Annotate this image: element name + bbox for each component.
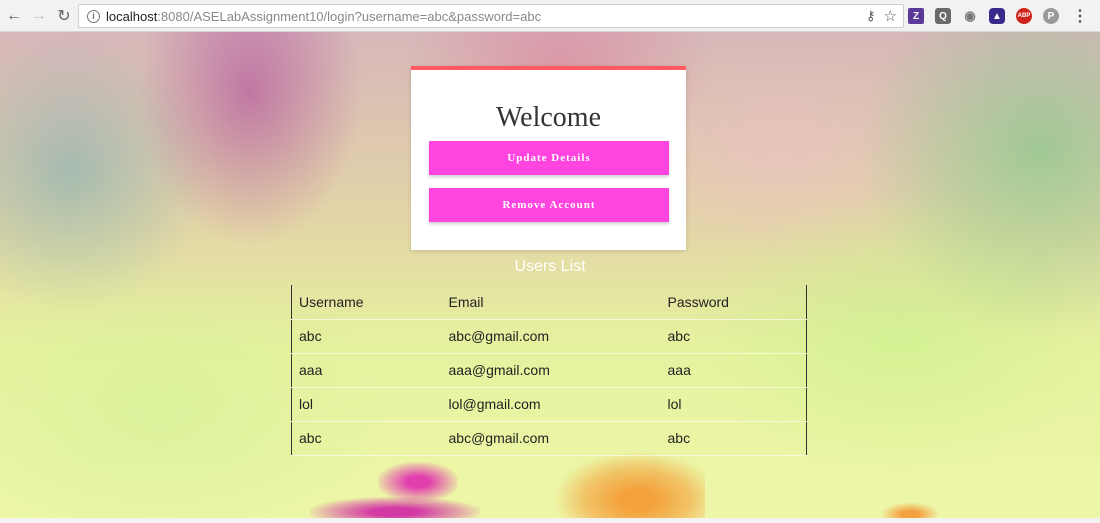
cell-username: aaa: [291, 353, 442, 388]
users-table: Username Email Password abc abc@gmail.co…: [291, 285, 807, 456]
background-flower: [310, 497, 480, 518]
browser-toolbar: ← → ↻ i localhost:8080/ASELabAssignment1…: [0, 0, 1100, 32]
cell-password: abc: [660, 421, 807, 456]
cell-username: lol: [291, 387, 442, 422]
users-list-title: Users List: [514, 258, 586, 275]
welcome-card: Welcome Update Details Remove Account: [411, 66, 686, 250]
key-icon[interactable]: ⚷: [866, 8, 876, 24]
menu-icon[interactable]: ⋮: [1072, 6, 1088, 26]
adblock-icon[interactable]: ABP: [1016, 8, 1032, 24]
update-details-button[interactable]: Update Details: [429, 141, 669, 175]
cell-email: abc@gmail.com: [441, 319, 661, 354]
cell-email: aaa@gmail.com: [441, 353, 661, 388]
address-bar[interactable]: i localhost:8080/ASELabAssignment10/logi…: [78, 4, 904, 28]
bookmark-star-icon[interactable]: ☆: [884, 7, 897, 25]
cell-email: lol@gmail.com: [441, 387, 661, 422]
welcome-title: Welcome: [495, 102, 602, 133]
page-background: Welcome Update Details Remove Account Us…: [0, 32, 1100, 518]
table-row: abc abc@gmail.com abc: [291, 319, 807, 354]
p-icon[interactable]: P: [1043, 8, 1059, 24]
extensions-area: Z Q ◉ ▲ ABP P ⋮: [908, 6, 1088, 26]
forward-icon[interactable]: →: [28, 5, 50, 27]
background-flower: [378, 462, 458, 502]
info-icon[interactable]: i: [87, 9, 100, 23]
header-username: Username: [291, 285, 442, 320]
back-icon[interactable]: ←: [3, 5, 25, 27]
table-header-row: Username Email Password: [291, 285, 807, 320]
table-row: abc abc@gmail.com abc: [291, 421, 807, 456]
cell-email: abc@gmail.com: [441, 421, 661, 456]
background-flower: [880, 502, 940, 518]
cell-password: lol: [660, 387, 807, 422]
camera-icon[interactable]: ◉: [962, 8, 978, 24]
cell-password: abc: [660, 319, 807, 354]
remove-account-button[interactable]: Remove Account: [429, 188, 669, 222]
bottom-strip: [0, 518, 1100, 523]
table-row: aaa aaa@gmail.com aaa: [291, 353, 807, 388]
reload-icon[interactable]: ↻: [53, 5, 75, 27]
background-flower: [555, 452, 705, 518]
q-icon[interactable]: Q: [935, 8, 951, 24]
cell-username: abc: [291, 421, 442, 456]
cell-username: abc: [291, 319, 442, 354]
bug-icon[interactable]: ▲: [989, 8, 1005, 24]
header-password: Password: [660, 285, 807, 320]
url-path: :8080/ASELabAssignment10/login?username=…: [157, 8, 542, 24]
header-email: Email: [441, 285, 661, 320]
cell-password: aaa: [660, 353, 807, 388]
zotero-icon[interactable]: Z: [908, 8, 924, 24]
url-host: localhost: [106, 8, 158, 24]
table-row: lol lol@gmail.com lol: [291, 387, 807, 422]
